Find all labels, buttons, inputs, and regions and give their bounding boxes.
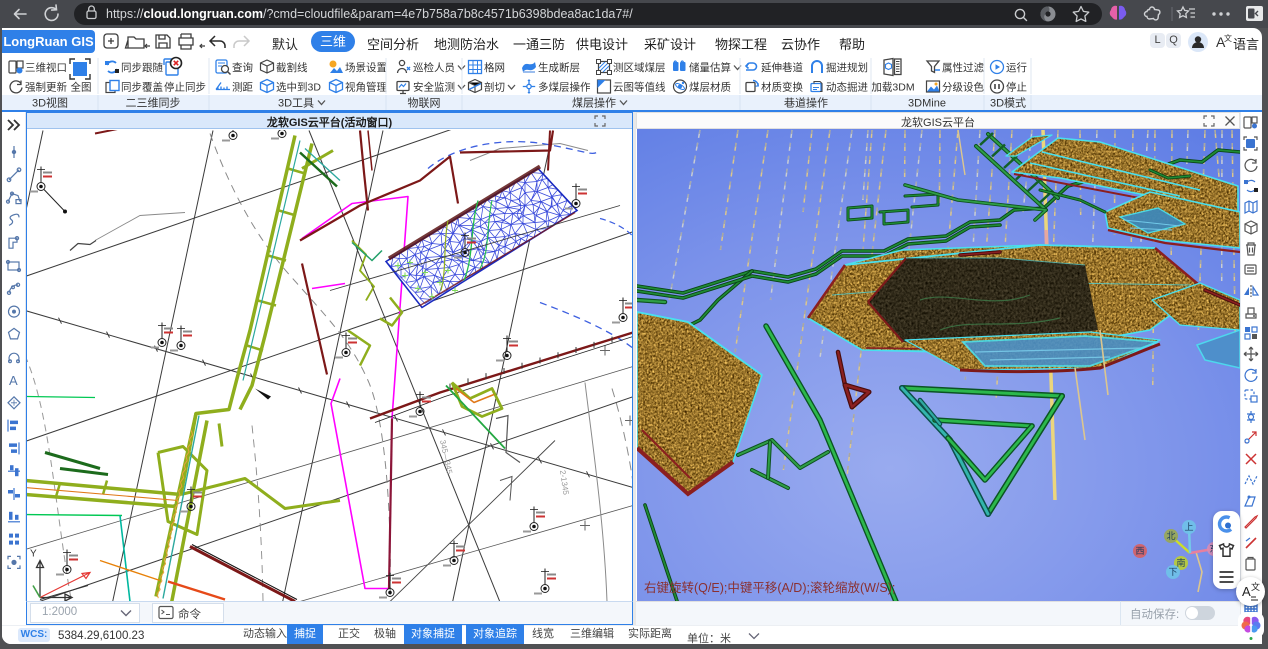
svg-text:右键旋转(Q/E);中键平移(A/D);滚轮缩放(W/S);: 右键旋转(Q/E);中键平移(A/D);滚轮缩放(W/S); [644,580,895,595]
svg-text:煤层操作: 煤层操作 [572,96,616,110]
svg-text:查询: 查询 [232,61,253,74]
svg-text:生成断层: 生成断层 [538,61,580,74]
svg-text:文: 文 [1251,581,1260,592]
svg-text:延伸巷道: 延伸巷道 [761,61,803,74]
svg-text:视角管理: 视角管理 [345,81,387,94]
svg-text:运行: 运行 [1006,61,1028,74]
svg-text:同步跟随: 同步跟随 [121,61,163,74]
svg-text:西: 西 [1135,546,1144,556]
svg-text:二三维同步: 二三维同步 [126,97,181,110]
svg-text:3D模式: 3D模式 [990,97,1026,110]
svg-text:储量估算: 储量估算 [689,61,731,74]
svg-text:下: 下 [1168,567,1177,577]
svg-text:测距: 测距 [232,81,253,94]
svg-text:巡检人员: 巡检人员 [413,61,455,74]
svg-text:剖切: 剖切 [484,81,505,94]
svg-text:云图等值线: 云图等值线 [613,81,666,94]
svg-text:测区域煤层: 测区域煤层 [613,61,666,74]
svg-text:巷道操作: 巷道操作 [784,96,828,110]
svg-text:强制更新: 强制更新 [25,81,67,94]
svg-text:加载3DM: 加载3DM [871,82,914,94]
svg-text:煤层材质: 煤层材质 [689,81,731,94]
svg-text:A: A [9,373,18,388]
svg-text:材质变换: 材质变换 [761,81,803,94]
svg-text:3DMine: 3DMine [908,98,946,110]
svg-text:安全监测: 安全监测 [413,81,455,94]
svg-text:选中到3D: 选中到3D [276,81,321,94]
svg-text:上: 上 [1184,522,1193,532]
svg-text:格网: 格网 [484,61,505,74]
svg-text:场景设置: 场景设置 [345,61,387,74]
svg-text:Y: Y [30,548,37,559]
svg-text:停止同步: 停止同步 [164,81,206,94]
svg-text:截割线: 截割线 [276,61,308,74]
svg-text:三维视口: 三维视口 [25,61,67,74]
svg-text:多煤层操作: 多煤层操作 [538,81,591,94]
svg-text:南: 南 [1176,557,1185,568]
svg-text:A: A [1242,584,1251,599]
svg-text:掘进规划: 掘进规划 [826,61,868,74]
svg-text:全图: 全图 [71,81,92,94]
svg-text:3D视图: 3D视图 [32,96,68,110]
svg-text:物联网: 物联网 [408,96,441,110]
svg-text:3D工具: 3D工具 [278,97,314,110]
svg-text:北: 北 [1166,531,1175,541]
svg-text:分级设色: 分级设色 [942,81,984,94]
svg-text:文: 文 [1224,33,1232,43]
svg-text:同步覆盖: 同步覆盖 [121,81,163,94]
svg-text:属性过滤: 属性过滤 [942,61,984,74]
svg-text:停止: 停止 [1006,81,1027,94]
svg-text:动态掘进: 动态掘进 [826,81,868,94]
